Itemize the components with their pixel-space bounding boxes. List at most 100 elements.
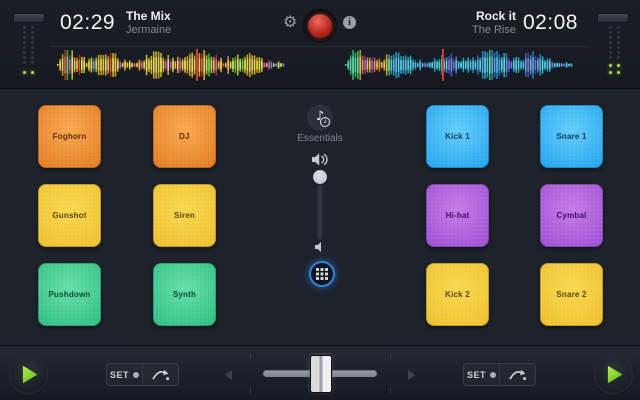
sample-pad[interactable]: Kick 2 [426, 263, 489, 326]
sample-pad[interactable]: Synth [153, 263, 216, 326]
jump-arrow-icon [152, 369, 170, 381]
pad-label: Siren [173, 211, 195, 220]
led-dot [609, 64, 612, 67]
record-button[interactable] [303, 9, 337, 43]
play-button-deck-b[interactable] [594, 355, 633, 394]
led-dot [31, 41, 34, 44]
crossfader-right-arrow-icon [408, 370, 415, 380]
waveform-deck-b[interactable] [345, 49, 575, 81]
sample-pack-label: Essentials [297, 133, 343, 144]
sample-pad[interactable]: Kick 1 [426, 105, 489, 168]
deck-a-title: The Mix [126, 9, 171, 23]
sample-pad[interactable]: Snare 2 [540, 263, 603, 326]
crossfader-handle[interactable] [310, 355, 332, 393]
pad-label: Gunshot [52, 211, 87, 220]
tempo-slider-right[interactable] [586, 0, 632, 88]
tempo-slider-left[interactable] [8, 0, 54, 88]
led-dot [617, 31, 620, 34]
download-badge-icon: ↓ [320, 117, 330, 127]
waveform-graphic [57, 50, 285, 80]
sample-pad[interactable]: DJ [153, 105, 216, 168]
cue-dot-icon [490, 371, 496, 378]
record-icon [308, 14, 332, 38]
crossfader-tick [390, 388, 391, 393]
set-cue-button-deck-a[interactable]: SET [107, 364, 142, 385]
led-dot [31, 46, 34, 49]
led-dot [23, 26, 26, 29]
led-dot [23, 46, 26, 49]
sample-pack-button[interactable]: ♪ ↓ [307, 105, 333, 131]
sample-pad[interactable]: Gunshot [38, 184, 101, 247]
play-icon [22, 365, 38, 384]
led-dot [23, 71, 26, 74]
led-dot [609, 51, 612, 54]
deck-b-time: 02:08 [522, 11, 578, 34]
led-dot [31, 26, 34, 29]
set-label: SET [466, 369, 486, 380]
grid-view-button[interactable] [309, 261, 335, 287]
led-dot [31, 56, 34, 59]
main-area: Foghorn DJ Gunshot Siren Pushdown Synth Kick … [0, 89, 640, 345]
grid-icon [316, 268, 328, 280]
deck-b-title: Rock it [475, 9, 516, 23]
pad-label: Foghorn [52, 132, 87, 141]
volume-slider-knob[interactable] [313, 170, 327, 184]
top-bar: 02:29 The Mix Jermaine ⚙ i Rock it The R… [0, 0, 640, 89]
crossfader-tick [390, 354, 391, 359]
pad-label: Kick 1 [445, 132, 470, 141]
cue-dot-icon [133, 371, 139, 378]
led-dot [31, 36, 34, 39]
sample-pad[interactable]: Hi-hat [426, 184, 489, 247]
waveform-graphic [345, 50, 573, 80]
pad-label: Kick 2 [445, 290, 470, 299]
tempo-handle-left[interactable] [13, 13, 45, 23]
jump-cue-button-deck-b[interactable] [500, 364, 535, 385]
led-dot [23, 56, 26, 59]
tempo-handle-right[interactable] [597, 13, 629, 23]
jump-cue-button-deck-a[interactable] [143, 364, 178, 385]
led-dot [609, 26, 612, 29]
center-column: ♪ ↓ Essentials [290, 89, 350, 345]
sample-pad[interactable]: Foghorn [38, 105, 101, 168]
waveform-deck-a[interactable] [57, 49, 285, 81]
deck-b-artist: The Rise [471, 24, 516, 36]
settings-gear-icon[interactable]: ⚙ [283, 14, 297, 30]
led-dot [609, 36, 612, 39]
led-dot [609, 56, 612, 59]
led-dot [617, 71, 620, 74]
led-dot [609, 41, 612, 44]
volume-up-icon [312, 153, 328, 166]
led-dot [23, 41, 26, 44]
led-dot [23, 36, 26, 39]
play-button-deck-a[interactable] [9, 355, 48, 394]
jump-arrow-icon [509, 369, 527, 381]
deck-a-time: 02:29 [60, 11, 116, 34]
cue-group-deck-b: SET [463, 363, 536, 386]
led-dot [31, 31, 34, 34]
led-dot [31, 71, 34, 74]
info-icon[interactable]: i [343, 16, 356, 29]
play-icon [607, 365, 623, 384]
crossfader-tick [250, 354, 251, 359]
led-dot [617, 51, 620, 54]
set-cue-button-deck-b[interactable]: SET [464, 364, 499, 385]
pad-label: Snare 2 [556, 290, 587, 299]
deck-a-artist: Jermaine [126, 24, 172, 36]
led-dot [609, 71, 612, 74]
led-dot [23, 61, 26, 64]
sample-pad[interactable]: Pushdown [38, 263, 101, 326]
led-dot [617, 36, 620, 39]
pad-label: DJ [179, 132, 190, 141]
pad-label: Snare 1 [556, 132, 587, 141]
sample-pad[interactable]: Snare 1 [540, 105, 603, 168]
led-dot [609, 31, 612, 34]
led-dot [23, 51, 26, 54]
pad-label: Cymbal [556, 211, 587, 220]
led-dot [609, 46, 612, 49]
sample-pad[interactable]: Cymbal [540, 184, 603, 247]
led-dot [617, 64, 620, 67]
playhead-deck-b [442, 49, 444, 81]
pad-label: Pushdown [48, 290, 91, 299]
sample-pad[interactable]: Siren [153, 184, 216, 247]
set-label: SET [109, 369, 129, 380]
